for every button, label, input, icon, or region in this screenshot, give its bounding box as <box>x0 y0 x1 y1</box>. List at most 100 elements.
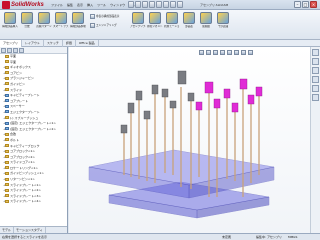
folder-icon <box>5 71 9 75</box>
menu-bar: ファイル 編集 表示 挿入 ツール ウィンドウ ヘルプ <box>50 1 139 9</box>
folder-icon <box>5 166 9 170</box>
bottom-tabs: モデル モーションスタディ <box>0 226 67 233</box>
new-motion-study-icon <box>166 12 178 24</box>
select-icon[interactable] <box>163 1 169 8</box>
configuration-manager-tab-icon[interactable] <box>13 48 18 53</box>
reference-geometry-label: 参照ジオメトリ <box>147 25 163 28</box>
file-explorer-icon[interactable] <box>312 67 319 74</box>
bill-of-materials-button[interactable]: 部品表 <box>181 12 197 36</box>
tree-item-label: コアブロック<1> <box>10 149 35 154</box>
tree-item-label: ガイドピンブッシュ<1> <box>10 171 44 176</box>
open-icon[interactable] <box>135 1 141 8</box>
tab-layout[interactable]: レイアウト <box>22 40 44 47</box>
new-motion-study-button[interactable]: 新規モーション <box>164 12 180 36</box>
engineering-button[interactable]: エンジニアリング <box>90 22 117 28</box>
smart-fasteners-button[interactable]: スマートファスナー <box>53 12 69 36</box>
linear-pattern-button[interactable]: 直線パターン <box>36 12 52 36</box>
tree-item-label: ロケートリング<1> <box>10 165 38 170</box>
feature-tree-tab-icon[interactable] <box>1 48 6 53</box>
folder-icon <box>5 54 9 58</box>
tree-item[interactable]: +スライドプレート<4> <box>0 199 67 205</box>
maximize-button[interactable]: □ <box>302 1 309 8</box>
tab-evaluate[interactable]: 評価 <box>63 40 76 47</box>
interference-detection-label: 干渉認識 <box>217 25 229 28</box>
graphics-area[interactable] <box>69 47 320 233</box>
tree-item-label: ボルト <box>10 137 20 142</box>
status-units[interactable]: MMGS <box>288 234 297 240</box>
smart-fasteners-label: スマートファスナー <box>53 25 69 28</box>
app-logo-text: SolidWorks <box>11 2 44 8</box>
print-icon[interactable] <box>149 1 155 8</box>
rebuild-icon[interactable] <box>170 1 176 8</box>
mold-assembly-model[interactable] <box>69 47 310 233</box>
folder-icon <box>5 183 9 187</box>
status-bar: 右側を選択するとスライドを表示 未定義 編集中: アセンブリ MMGS <box>0 233 320 240</box>
custom-properties-icon[interactable] <box>312 94 319 101</box>
part-icon <box>5 121 9 125</box>
solidworks-resources-icon[interactable] <box>312 49 319 56</box>
property-manager-tab-icon[interactable] <box>7 48 12 53</box>
folder-icon <box>5 144 9 147</box>
tree-item-label: スライド <box>10 87 23 92</box>
tree-item-label: コアビン <box>10 70 23 75</box>
new-motion-study-label: 新規モーション <box>164 25 180 28</box>
tree-item-label: スライドプレート<3> <box>10 193 41 198</box>
command-manager-ribbon: 構成部品挿入 合致 直線パターン スマートファスナー 構成部品移動 非表示構成部… <box>0 10 320 40</box>
folder-icon <box>5 138 9 142</box>
minimize-button[interactable]: – <box>294 1 301 8</box>
show-hidden-icon <box>90 13 95 19</box>
tree-list: 平面平面+ギャオボックス+コアビン+プランジャーピン+ガイドピン+スライド+キャ… <box>0 54 67 205</box>
move-component-button[interactable]: 構成部品移動 <box>70 12 86 36</box>
linear-pattern-icon <box>38 12 50 24</box>
title-bar: SolidWorks ファイル 編集 表示 挿入 ツール ウィンドウ ヘルプ ア… <box>0 0 320 10</box>
folder-icon <box>5 188 9 192</box>
menu-view[interactable]: 表示 <box>76 1 84 9</box>
reference-geometry-button[interactable]: 参照ジオメトリ <box>147 12 163 36</box>
tab-office-products[interactable]: Office 製品 <box>76 40 99 47</box>
tree-item-label: スライドプレート<4> <box>10 199 41 204</box>
menu-file[interactable]: ファイル <box>50 1 64 9</box>
part-icon <box>5 104 9 108</box>
undo-icon[interactable] <box>156 1 162 8</box>
save-icon[interactable] <box>142 1 148 8</box>
show-hidden-components-button[interactable]: 非表示構成部品表示 <box>90 13 119 19</box>
menu-tools[interactable]: ツール <box>96 1 107 9</box>
tab-assembly[interactable]: アセンブリ <box>0 40 22 47</box>
tree-item-label: 平面 <box>10 54 17 58</box>
interference-detection-icon <box>217 12 229 24</box>
view-palette-icon[interactable] <box>312 76 319 83</box>
tree-item-label: キャビティーブロック <box>10 143 40 148</box>
linear-pattern-label: 直線パターン <box>36 25 52 28</box>
folder-icon <box>5 60 9 64</box>
command-tabs: アセンブリ レイアウト スケッチ 評価 Office 製品 <box>0 40 320 47</box>
new-icon[interactable] <box>128 1 134 8</box>
menu-edit[interactable]: 編集 <box>66 1 74 9</box>
options-icon[interactable] <box>177 1 183 8</box>
part-icon <box>5 99 9 103</box>
appearances-icon[interactable] <box>312 85 319 92</box>
show-hidden-label: 非表示構成部品表示 <box>96 15 120 18</box>
exploded-view-button[interactable]: 展開図 <box>198 12 214 36</box>
mate-button[interactable]: 合致 <box>19 12 35 36</box>
folder-icon <box>5 199 9 203</box>
tab-sketch[interactable]: スケッチ <box>44 40 63 47</box>
close-button[interactable]: × <box>310 1 317 8</box>
mate-icon <box>21 12 33 24</box>
move-component-label: 構成部品移動 <box>70 25 86 28</box>
menu-window[interactable]: ウィンドウ <box>109 1 126 9</box>
dim-xpert-tab-icon[interactable] <box>19 48 24 53</box>
tree-item-label: スライドプレート<1> <box>10 182 41 187</box>
insert-component-button[interactable]: 構成部品挿入 <box>2 12 18 36</box>
interference-detection-button[interactable]: 干渉認識 <box>215 12 231 36</box>
solidworks-logo-icon[interactable] <box>2 1 10 9</box>
smart-fasteners-icon <box>55 12 67 24</box>
folder-icon <box>5 76 9 80</box>
design-library-icon[interactable] <box>312 58 319 65</box>
tree-item-label: 合致 <box>10 132 17 137</box>
folder-icon <box>5 160 9 164</box>
tree-item-label: スライドプレート<2> <box>10 188 41 193</box>
tree-item-label: コアブロック<2> <box>10 154 35 159</box>
menu-insert[interactable]: 挿入 <box>86 1 94 9</box>
assembly-features-button[interactable]: アセンブリフィーチャー <box>130 12 146 36</box>
folder-icon <box>5 155 9 159</box>
